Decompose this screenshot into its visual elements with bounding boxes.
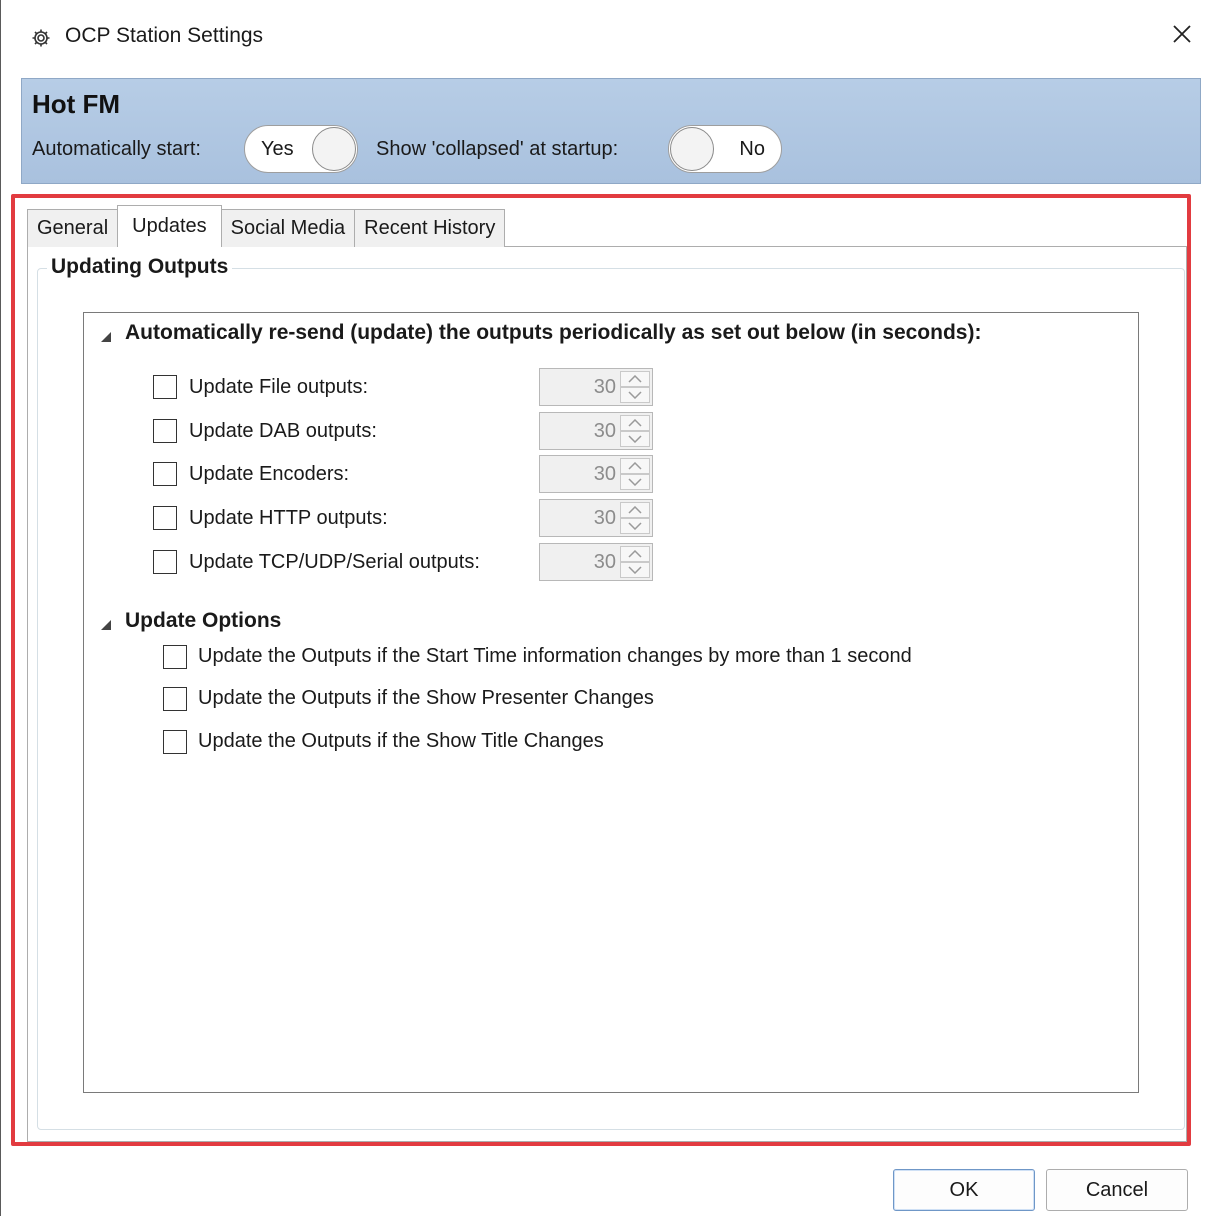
expand-triangle-icon [99, 326, 113, 342]
chevron-down-icon[interactable] [620, 562, 650, 578]
presenter-change-label: Update the Outputs if the Show Presenter… [198, 687, 654, 709]
expand-triangle-icon [99, 614, 113, 630]
chevron-up-icon[interactable] [620, 458, 650, 474]
tab-recent-history[interactable]: Recent History [354, 209, 506, 247]
gear-icon [31, 28, 51, 48]
stepper-value: 30 [593, 551, 616, 573]
tab-social-media[interactable]: Social Media [220, 209, 356, 247]
update-file-label: Update File outputs: [189, 376, 368, 398]
tab-strip: General Updates Social Media Recent Hist… [27, 205, 506, 247]
update-options-section-header[interactable]: Update Options [99, 609, 281, 633]
update-encoders-seconds-stepper[interactable]: 30 [539, 455, 653, 493]
update-dab-checkbox[interactable] [153, 419, 177, 443]
update-dab-label: Update DAB outputs: [189, 420, 377, 442]
collapsed-startup-label: Show 'collapsed' at startup: [376, 138, 619, 160]
ok-button[interactable]: OK [893, 1169, 1035, 1211]
title-change-checkbox[interactable] [163, 730, 187, 754]
update-encoders-checkbox[interactable] [153, 462, 177, 486]
update-http-checkbox[interactable] [153, 506, 177, 530]
start-time-change-label: Update the Outputs if the Start Time inf… [198, 645, 912, 667]
chevron-down-icon[interactable] [620, 387, 650, 403]
collapsed-startup-toggle[interactable]: No [668, 125, 782, 173]
chevron-down-icon[interactable] [620, 431, 650, 447]
title-change-label: Update the Outputs if the Show Title Cha… [198, 730, 604, 752]
update-http-label: Update HTTP outputs: [189, 507, 388, 529]
collapsed-startup-toggle-value: No [739, 138, 765, 160]
periodic-section-title: Automatically re-send (update) the outpu… [125, 321, 982, 344]
update-dab-seconds-stepper[interactable]: 30 [539, 412, 653, 450]
close-icon [1172, 24, 1192, 49]
start-time-change-checkbox[interactable] [163, 645, 187, 669]
chevron-up-icon[interactable] [620, 546, 650, 562]
update-encoders-label: Update Encoders: [189, 463, 350, 485]
stepper-value: 30 [593, 507, 616, 529]
chevron-up-icon[interactable] [620, 371, 650, 387]
auto-start-label: Automatically start: [32, 138, 201, 160]
stepper-value: 30 [593, 463, 616, 485]
stepper-value: 30 [593, 376, 616, 398]
update-tcp-udp-serial-checkbox[interactable] [153, 550, 177, 574]
chevron-down-icon[interactable] [620, 474, 650, 490]
chevron-up-icon[interactable] [620, 415, 650, 431]
station-name: Hot FM [32, 89, 121, 119]
tab-updates[interactable]: Updates [117, 205, 222, 247]
update-file-checkbox[interactable] [153, 375, 177, 399]
chevron-down-icon[interactable] [620, 518, 650, 534]
auto-start-toggle[interactable]: Yes [244, 125, 358, 173]
update-options-title: Update Options [125, 609, 282, 632]
station-header: Hot FM Automatically start: Yes Show 'co… [21, 78, 1201, 184]
presenter-change-checkbox[interactable] [163, 687, 187, 711]
update-tcp-udp-serial-seconds-stepper[interactable]: 30 [539, 543, 653, 581]
stepper-value: 30 [593, 420, 616, 442]
window-title: OCP Station Settings [65, 24, 264, 47]
update-tcp-udp-serial-label: Update TCP/UDP/Serial outputs: [189, 551, 480, 573]
close-button[interactable] [1159, 12, 1205, 60]
title-bar: OCP Station Settings [1, 0, 1205, 76]
update-file-seconds-stepper[interactable]: 30 [539, 368, 653, 406]
toggle-knob [312, 127, 356, 171]
update-http-seconds-stepper[interactable]: 30 [539, 499, 653, 537]
settings-dialog: OCP Station Settings Hot FM Automaticall… [0, 0, 1205, 1216]
group-title: Updating Outputs [47, 255, 233, 279]
auto-start-toggle-value: Yes [261, 138, 294, 160]
toggle-knob [670, 127, 714, 171]
periodic-section-header[interactable]: Automatically re-send (update) the outpu… [99, 321, 981, 345]
tab-general[interactable]: General [27, 209, 119, 247]
cancel-button[interactable]: Cancel [1046, 1169, 1188, 1211]
chevron-up-icon[interactable] [620, 502, 650, 518]
